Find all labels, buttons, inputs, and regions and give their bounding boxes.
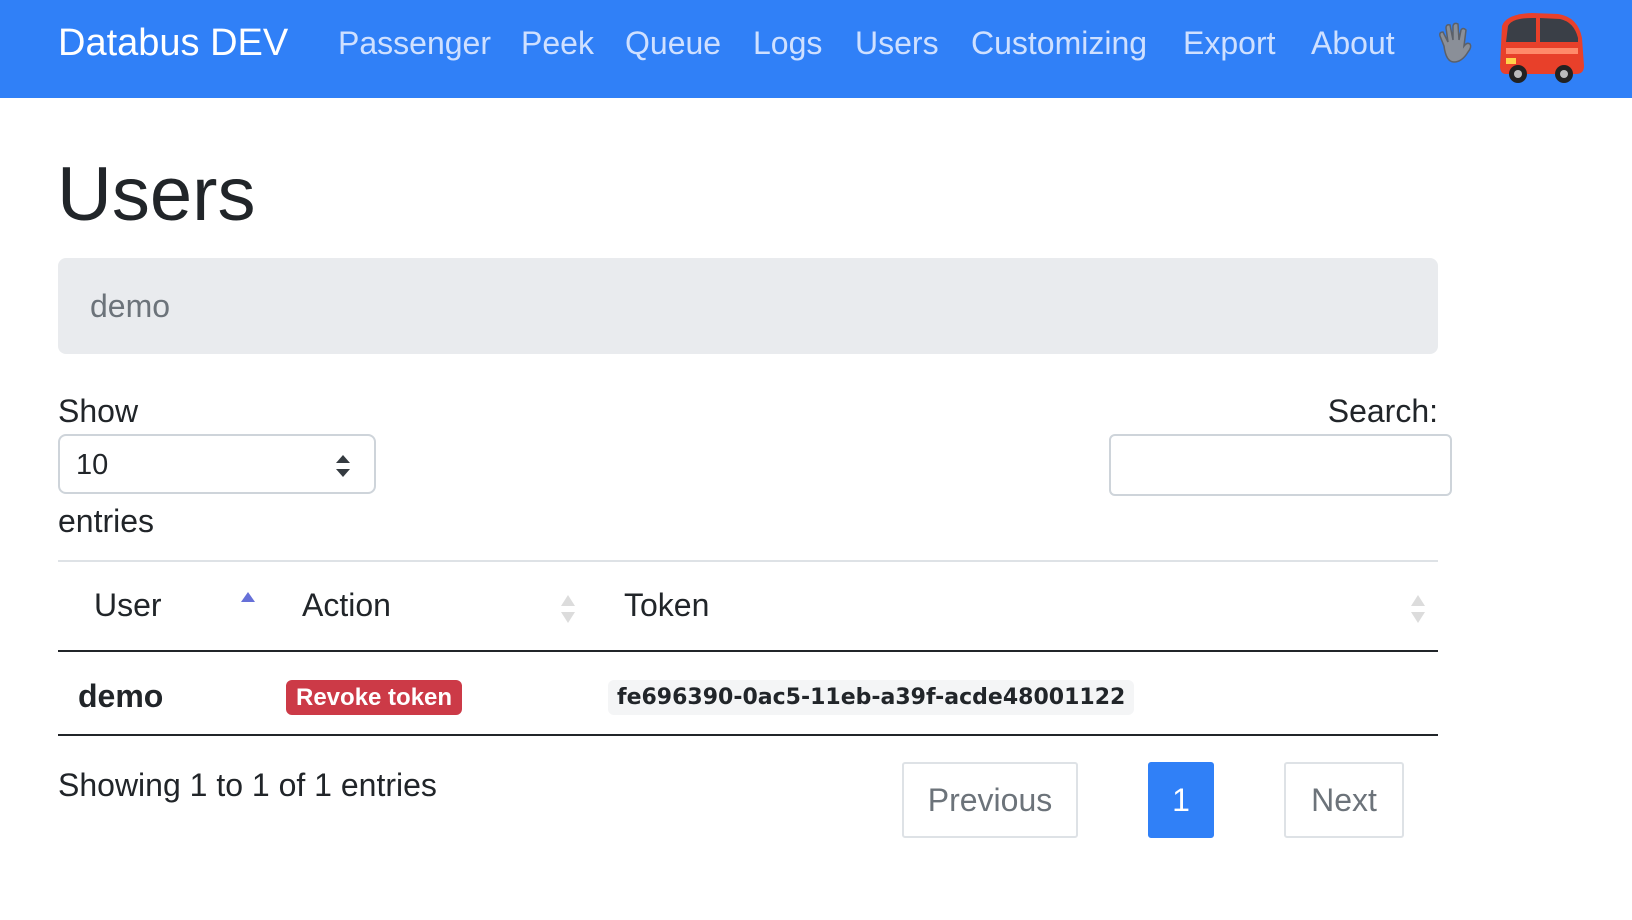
column-header-action[interactable]: Action [302, 584, 391, 626]
nav-item-customizing[interactable]: Customizing [971, 22, 1147, 64]
previous-page-button[interactable]: Previous [902, 762, 1078, 838]
revoke-token-button[interactable]: Revoke token [286, 680, 463, 715]
nav-item-logs[interactable]: Logs [753, 22, 822, 64]
search-label: Search: [1327, 393, 1438, 429]
entries-label: entries [58, 503, 155, 539]
page-1-button[interactable]: 1 [1148, 762, 1214, 838]
table-info-text: Showing 1 to 1 of 1 entries [58, 767, 437, 803]
nav-item-about[interactable]: About [1311, 22, 1395, 64]
show-label: Show [58, 393, 139, 429]
current-user-banner: demo [58, 258, 1438, 354]
sort-both-icon[interactable] [1410, 593, 1426, 625]
table-bottom-border [58, 734, 1438, 736]
entries-length-value: 10 [76, 449, 109, 481]
bus-logo[interactable] [1492, 8, 1586, 86]
cell-user: demo [78, 678, 164, 714]
nav-item-export[interactable]: Export [1183, 22, 1275, 64]
column-header-user[interactable]: User [94, 584, 162, 626]
column-header-token[interactable]: Token [624, 584, 709, 626]
brand-title[interactable]: Databus DEV [58, 20, 288, 66]
select-arrows-icon [336, 455, 350, 477]
nav-item-peek[interactable]: Peek [521, 22, 594, 64]
top-navbar: Databus DEV Passenger Peek Queue Logs Us… [0, 0, 1632, 98]
banner-text: demo [90, 288, 171, 324]
nav-item-passenger[interactable]: Passenger [338, 22, 491, 64]
nav-item-queue[interactable]: Queue [625, 22, 721, 64]
page-title: Users [57, 152, 256, 237]
waving-hand-icon[interactable] [1436, 22, 1476, 66]
cell-token: fe696390-0ac5-11eb-a39f-acde48001122 [608, 680, 1135, 715]
next-page-button[interactable]: Next [1284, 762, 1404, 838]
search-input[interactable] [1109, 434, 1452, 496]
table-header-border [58, 650, 1438, 652]
entries-length-select[interactable]: 10 [58, 434, 376, 494]
sort-both-icon[interactable] [560, 593, 576, 625]
nav-item-users[interactable]: Users [855, 22, 939, 64]
sort-ascending-icon[interactable] [240, 588, 256, 620]
table-top-border [58, 560, 1438, 562]
